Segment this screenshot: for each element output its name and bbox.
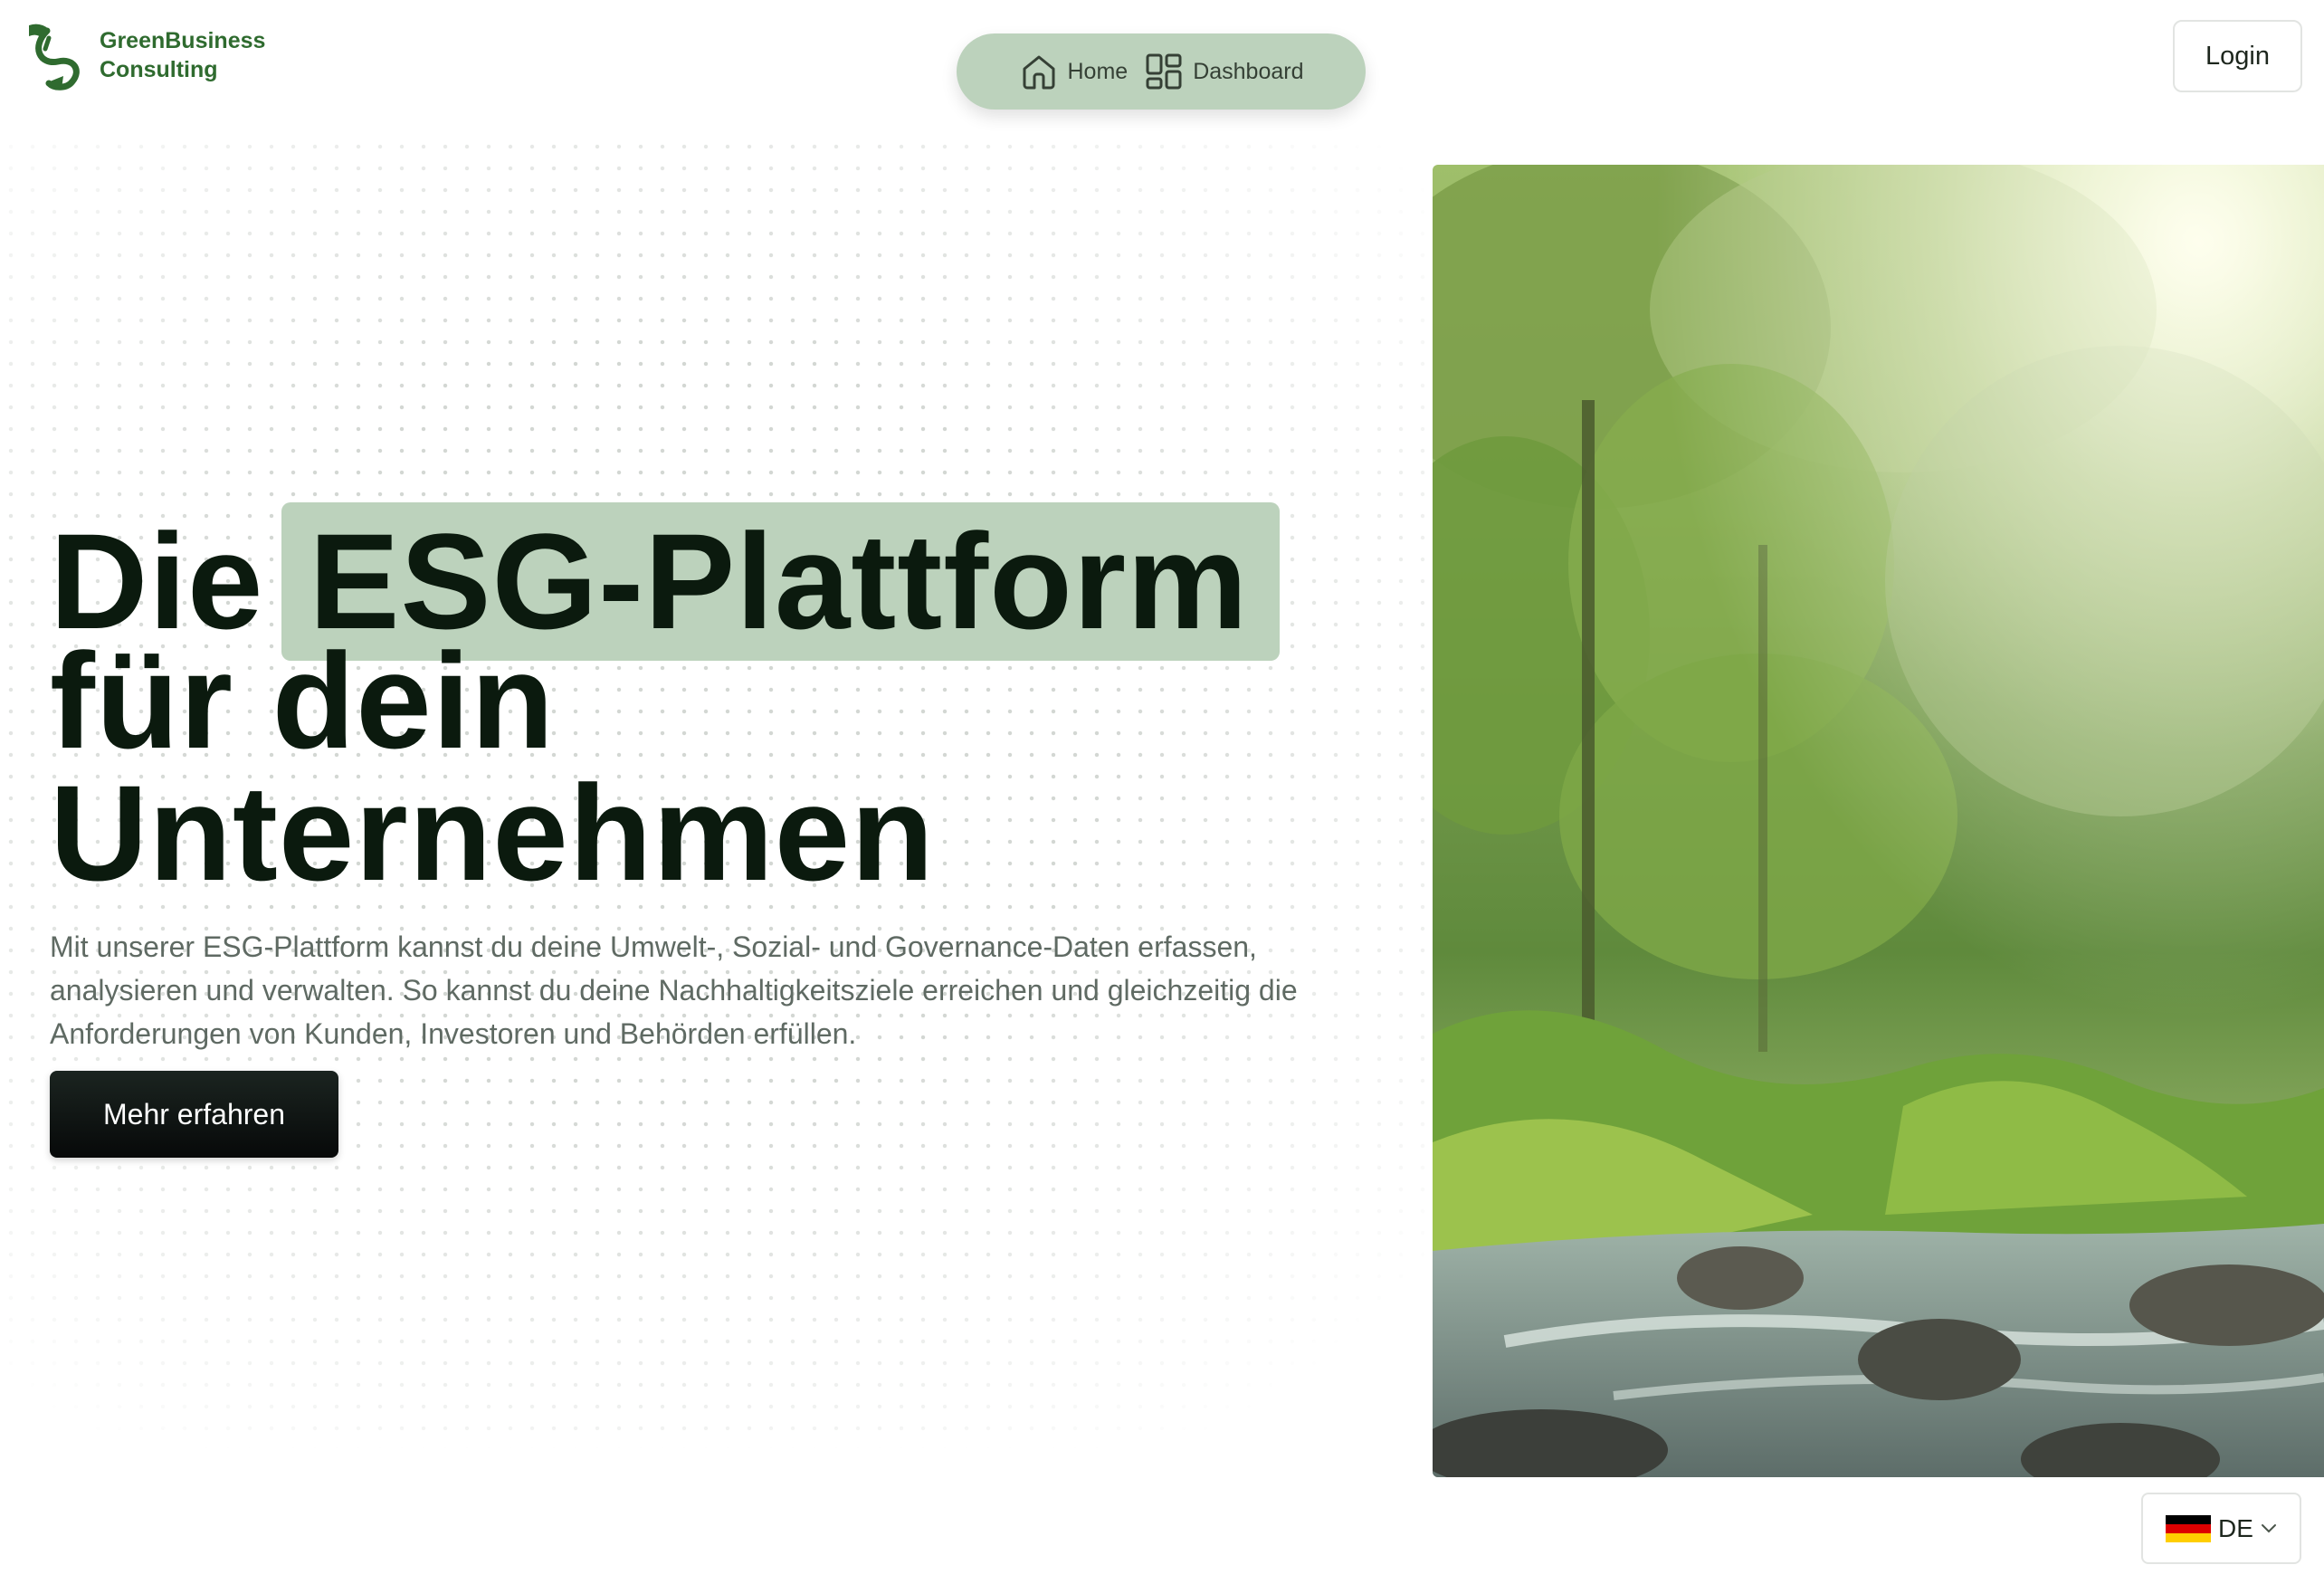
germany-flag-icon <box>2166 1514 2212 1542</box>
home-icon <box>1023 55 1054 90</box>
hero-title-line1: Die ESG-Plattform <box>50 502 1407 661</box>
language-selector[interactable]: DE <box>2141 1493 2301 1564</box>
nav-item-dashboard[interactable]: Dashboard <box>1144 52 1304 91</box>
forest-illustration <box>1433 165 2324 1477</box>
hero-description: Mit unserer ESG-Plattform kannst du dein… <box>50 930 1298 1050</box>
brand-name-line1: GreenBusiness <box>100 28 266 53</box>
language-code: DE <box>2218 1513 2253 1542</box>
nav-item-home-label: Home <box>1067 58 1129 84</box>
brand-name: GreenBusiness Consulting <box>100 26 265 84</box>
leaf-swirl-logo-icon <box>29 24 80 91</box>
login-button[interactable]: Login <box>2173 20 2302 92</box>
chevron-down-icon <box>2261 1523 2276 1532</box>
brand-logo[interactable]: GreenBusiness Consulting <box>22 20 265 91</box>
main-nav: Home Dashboard <box>957 33 1366 110</box>
learn-more-button[interactable]: Mehr erfahren <box>50 1071 338 1158</box>
brand-name-line2: Consulting <box>100 57 218 82</box>
hero-title: Die ESG-Plattform für dein Unternehmen <box>50 502 1407 909</box>
landing-page: GreenBusiness Consulting Home Dashboard … <box>0 0 2324 1584</box>
nav-item-home[interactable]: Home <box>1019 52 1129 91</box>
nav-item-dashboard-label: Dashboard <box>1193 58 1304 84</box>
forest-river-image <box>1433 165 2324 1477</box>
dashboard-grid-icon <box>1146 53 1182 90</box>
hero-title-line3: Unternehmen <box>50 757 935 909</box>
